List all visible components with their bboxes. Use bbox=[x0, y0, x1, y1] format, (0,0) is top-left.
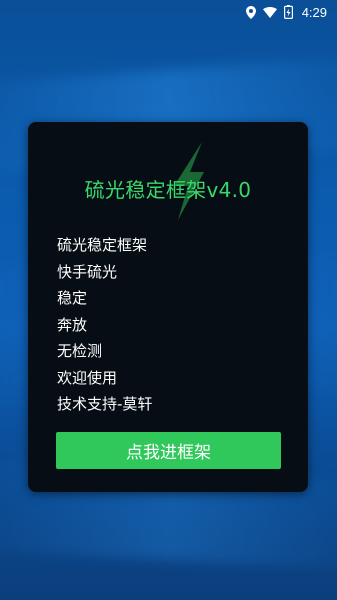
list-item: 技术支持-莫轩 bbox=[57, 395, 153, 413]
list-item: 奔放 bbox=[57, 315, 88, 334]
list-item: 欢迎使用 bbox=[57, 368, 118, 387]
enter-framework-button[interactable]: 点我进框架 bbox=[56, 432, 281, 469]
framework-dialog: 硫光稳定框架v4.0 硫光稳定框架 快手硫光 稳定 奔放 无检测 欢迎使用 技术… bbox=[28, 122, 308, 492]
wifi-icon bbox=[262, 6, 277, 18]
app-screen: 4:29 硫光稳定框架v4.0 硫光稳定框架 快手硫光 稳定 奔放 无检测 欢迎… bbox=[0, 0, 337, 600]
status-bar: 4:29 bbox=[0, 0, 337, 24]
list-item: 无检测 bbox=[57, 342, 103, 360]
list-item: 硫光稳定框架 bbox=[57, 236, 148, 254]
list-item: 快手硫光 bbox=[57, 262, 118, 281]
location-icon bbox=[245, 5, 256, 19]
battery-charging-icon bbox=[283, 5, 293, 19]
status-time: 4:29 bbox=[301, 4, 327, 20]
list-item: 稳定 bbox=[57, 289, 88, 307]
dialog-title: 硫光稳定框架v4.0 bbox=[84, 178, 252, 202]
feature-list: 硫光稳定框架 快手硫光 稳定 奔放 无检测 欢迎使用 技术支持-莫轩 bbox=[57, 232, 152, 418]
